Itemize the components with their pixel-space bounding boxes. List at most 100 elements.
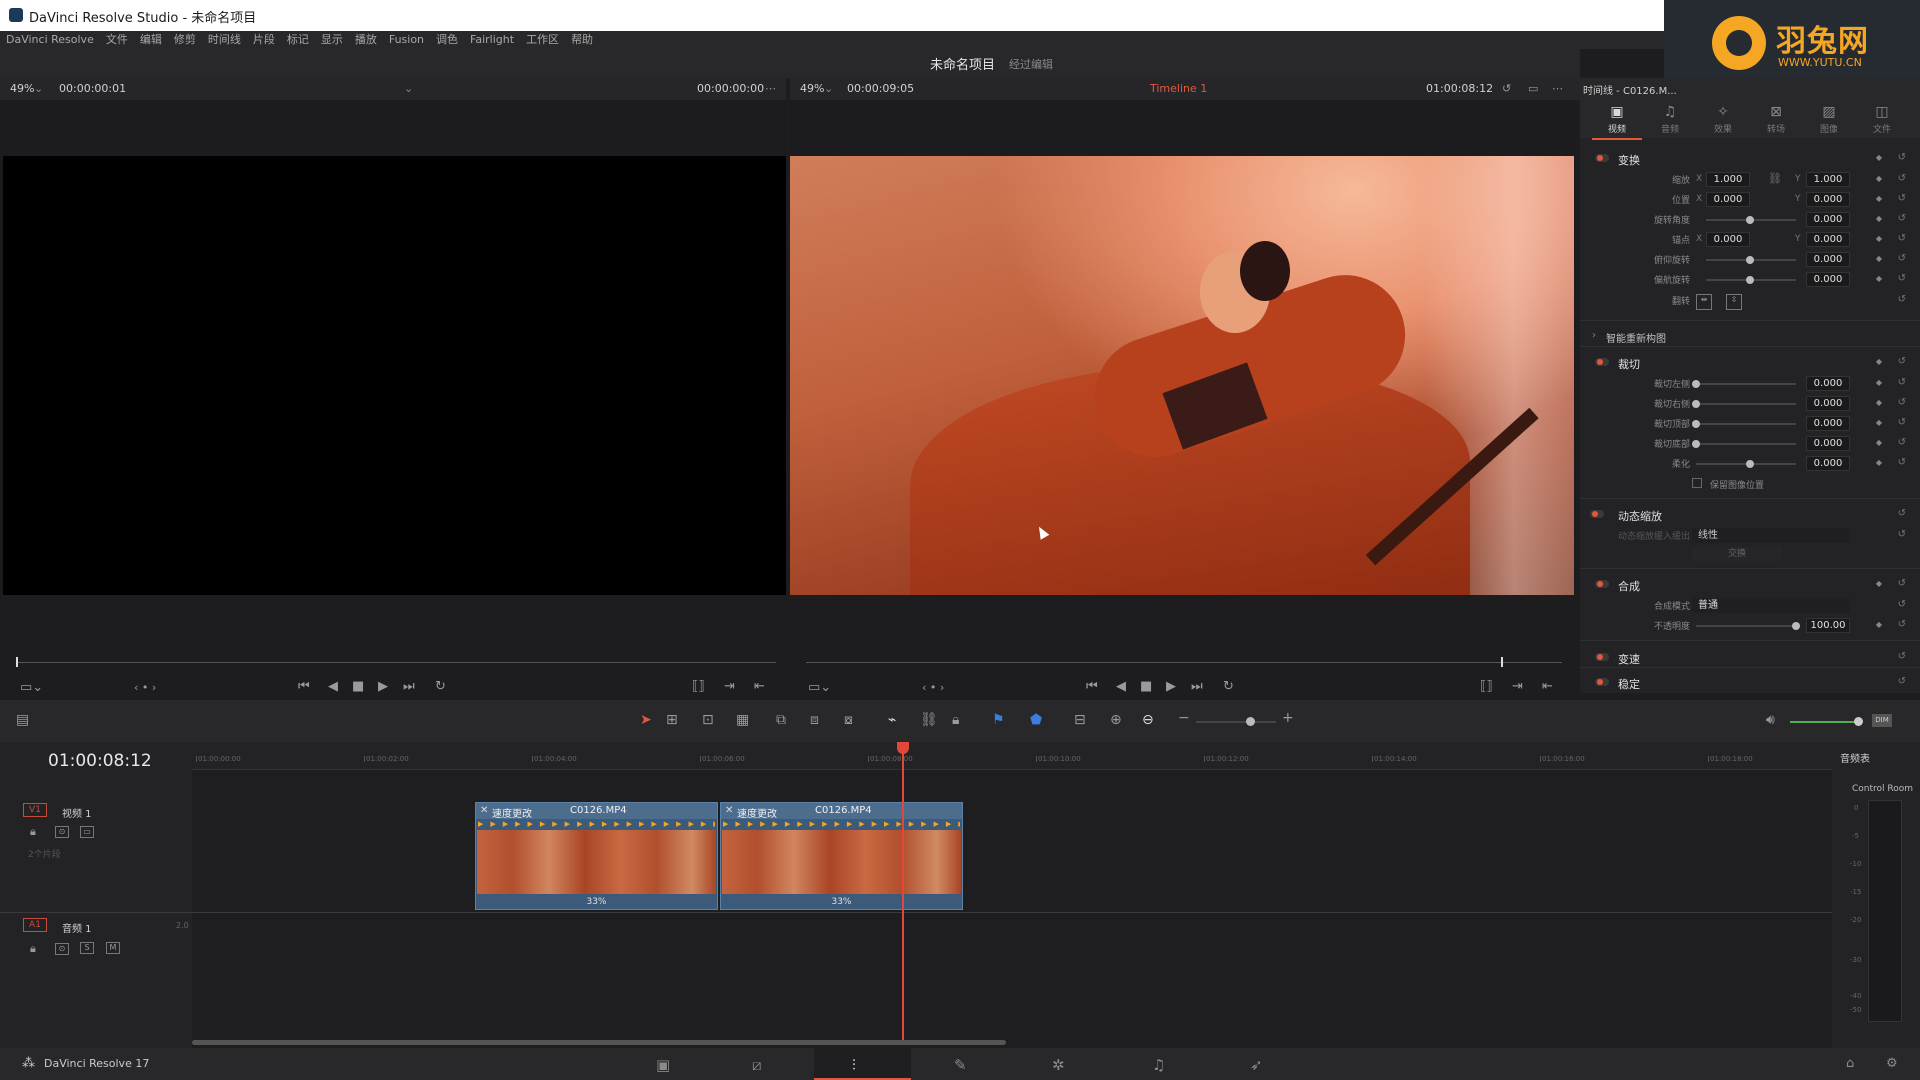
reset-icon[interactable]: ↺	[1898, 437, 1906, 448]
keyframe-icon[interactable]: ◆	[1876, 579, 1882, 588]
jump-start-icon[interactable]: ⏮	[1086, 679, 1098, 694]
keyframe-icon[interactable]: ◆	[1876, 378, 1882, 387]
link-icon[interactable]: ⛓	[1768, 172, 1782, 185]
source-scrub-handle[interactable]	[16, 657, 18, 667]
opacity-field[interactable]: 100.00	[1806, 618, 1850, 633]
tab-effects[interactable]: ✧ 效果	[1703, 104, 1743, 135]
reset-icon[interactable]: ↺	[1898, 213, 1906, 224]
tab-video[interactable]: ▣ 视频	[1592, 104, 1642, 140]
crop-left-field[interactable]: 0.000	[1806, 376, 1850, 391]
track-badge-a1[interactable]: A1	[23, 918, 47, 932]
mark-in-icon[interactable]: ⇥	[724, 679, 735, 694]
lock-icon[interactable]: 🔒︎	[30, 825, 36, 839]
stop-icon[interactable]: ■	[352, 679, 364, 694]
composite-section[interactable]: 合成 ◆ ↺	[1580, 576, 1920, 593]
rotation-field[interactable]: 0.000	[1806, 212, 1850, 227]
loop-icon[interactable]: ↻	[1223, 679, 1234, 694]
reset-icon[interactable]: ↺	[1898, 253, 1906, 264]
keyframe-icon[interactable]: ◆	[1876, 174, 1882, 183]
timeline-clip[interactable]: ✕ 速度更改 C0126.MP4 ▶▶▶▶▶▶▶▶▶▶▶▶▶▶▶▶▶▶▶▶▶▶▶…	[475, 802, 718, 910]
yaw-field[interactable]: 0.000	[1806, 272, 1850, 287]
keyframe-icon[interactable]: ◆	[1876, 153, 1882, 162]
keyframe-icon[interactable]: ◆	[1876, 274, 1882, 283]
smart-reframe-section[interactable]: › 智能重新构图	[1580, 328, 1920, 345]
link-icon[interactable]: ⛓	[920, 712, 938, 728]
chevron-right-icon[interactable]: ›	[1592, 330, 1596, 341]
position-y-field[interactable]: 0.000	[1806, 192, 1850, 207]
flip-vertical-icon[interactable]: ⇳	[1726, 294, 1742, 310]
crop-right-knob[interactable]	[1692, 400, 1700, 408]
match-frame-icon[interactable]: ⟦⟧	[692, 679, 705, 694]
reset-icon[interactable]: ↺	[1898, 457, 1906, 468]
keyframe-icon[interactable]: ◆	[1876, 418, 1882, 427]
speed-toggle[interactable]	[1595, 653, 1609, 661]
blade-tool-icon[interactable]: ▦	[736, 712, 749, 728]
menu-davinci[interactable]: DaVinci Resolve	[0, 31, 100, 49]
lock-icon[interactable]: 🔒︎	[952, 712, 959, 728]
marker-icon[interactable]: ⬟	[1030, 712, 1042, 728]
home-icon[interactable]: ⌂	[1846, 1056, 1854, 1071]
flip-horizontal-icon[interactable]: ⇹	[1696, 294, 1712, 310]
more-options-icon[interactable]: ⋯	[1552, 82, 1563, 95]
fusion-page-icon[interactable]: ✎	[954, 1056, 967, 1074]
menu-help[interactable]: 帮助	[565, 31, 599, 49]
trim-tool-icon[interactable]: ⊞	[666, 712, 678, 728]
anchor-x-field[interactable]: 0.000	[1706, 232, 1750, 247]
chevron-down-icon[interactable]: ⌄	[34, 82, 43, 95]
reset-icon[interactable]: ↺	[1898, 651, 1906, 662]
track-enable-icon[interactable]: ▭	[80, 826, 94, 838]
keyframe-icon[interactable]: ◆	[1876, 357, 1882, 366]
crop-left-slider[interactable]	[1696, 383, 1796, 385]
timeline-video-frame[interactable]	[790, 156, 1574, 595]
pitch-slider-knob[interactable]	[1746, 256, 1754, 264]
dynamic-zoom-section[interactable]: 动态缩放 ↺	[1580, 506, 1920, 523]
retain-checkbox[interactable]	[1692, 478, 1702, 488]
timeline-jog-icon[interactable]: ‹ • ›	[922, 681, 944, 694]
viewer-mode-icon[interactable]: ▭	[1528, 82, 1538, 95]
jump-end-icon[interactable]: ⏭	[403, 679, 415, 694]
swap-button[interactable]: 交换	[1692, 547, 1782, 561]
video-track-name[interactable]: 视频 1	[62, 805, 92, 820]
settings-gear-icon[interactable]: ⚙	[1886, 1056, 1898, 1071]
timeline-ruler[interactable]: 01:00:00:00 01:00:02:00 01:00:04:00 01:0…	[192, 742, 1832, 770]
keyframe-icon[interactable]: ◆	[1876, 234, 1882, 243]
source-video-frame[interactable]	[3, 156, 786, 595]
reset-icon[interactable]: ↺	[1898, 397, 1906, 408]
anchor-y-field[interactable]: 0.000	[1806, 232, 1850, 247]
reset-icon[interactable]: ↺	[1898, 417, 1906, 428]
menu-fairlight[interactable]: Fairlight	[464, 31, 520, 49]
source-viewer-mode-icon[interactable]: ▭⌄	[20, 680, 43, 695]
menu-color[interactable]: 调色	[430, 31, 464, 49]
mute-button[interactable]: M	[106, 942, 120, 954]
reset-icon[interactable]: ↺	[1898, 578, 1906, 589]
play-reverse-icon[interactable]: ◀	[328, 679, 338, 694]
chevron-down-icon[interactable]: ⌄	[404, 82, 413, 95]
position-x-field[interactable]: 0.000	[1706, 192, 1750, 207]
audio-track-name[interactable]: 音频 1	[62, 920, 92, 935]
tab-image[interactable]: ▨ 图像	[1809, 104, 1849, 135]
cut-page-icon[interactable]: ⧄	[752, 1056, 762, 1074]
reset-icon[interactable]: ↺	[1898, 377, 1906, 388]
track-badge-v1[interactable]: V1	[23, 803, 47, 817]
transform-toggle[interactable]	[1595, 154, 1609, 162]
dynamic-zoom-toggle[interactable]	[1590, 510, 1604, 518]
menu-fusion[interactable]: Fusion	[383, 31, 430, 49]
deliver-page-icon[interactable]: ➶	[1250, 1056, 1263, 1074]
transform-section[interactable]: 变换 ◆ ↺	[1580, 150, 1920, 167]
match-frame-icon[interactable]: ⟦⟧	[1480, 679, 1493, 694]
tab-audio[interactable]: ♫ 音频	[1650, 104, 1690, 135]
stop-icon[interactable]: ■	[1140, 679, 1152, 694]
reset-icon[interactable]: ↺	[1898, 294, 1906, 305]
crop-top-knob[interactable]	[1692, 420, 1700, 428]
zoom-full-icon[interactable]: ⊟	[1074, 712, 1086, 728]
timeline-viewer-mode-icon[interactable]: ▭⌄	[808, 680, 831, 695]
play-reverse-icon[interactable]: ◀	[1116, 679, 1126, 694]
reset-icon[interactable]: ↺	[1898, 233, 1906, 244]
chevron-down-icon[interactable]: ⌄	[824, 82, 833, 95]
keyframe-icon[interactable]: ◆	[1876, 214, 1882, 223]
composite-toggle[interactable]	[1595, 580, 1609, 588]
timeline-scrub-bar[interactable]	[806, 662, 1562, 663]
volume-slider[interactable]	[1790, 721, 1858, 723]
mark-in-icon[interactable]: ⇥	[1512, 679, 1523, 694]
composite-mode-select[interactable]: 普通	[1692, 598, 1850, 613]
